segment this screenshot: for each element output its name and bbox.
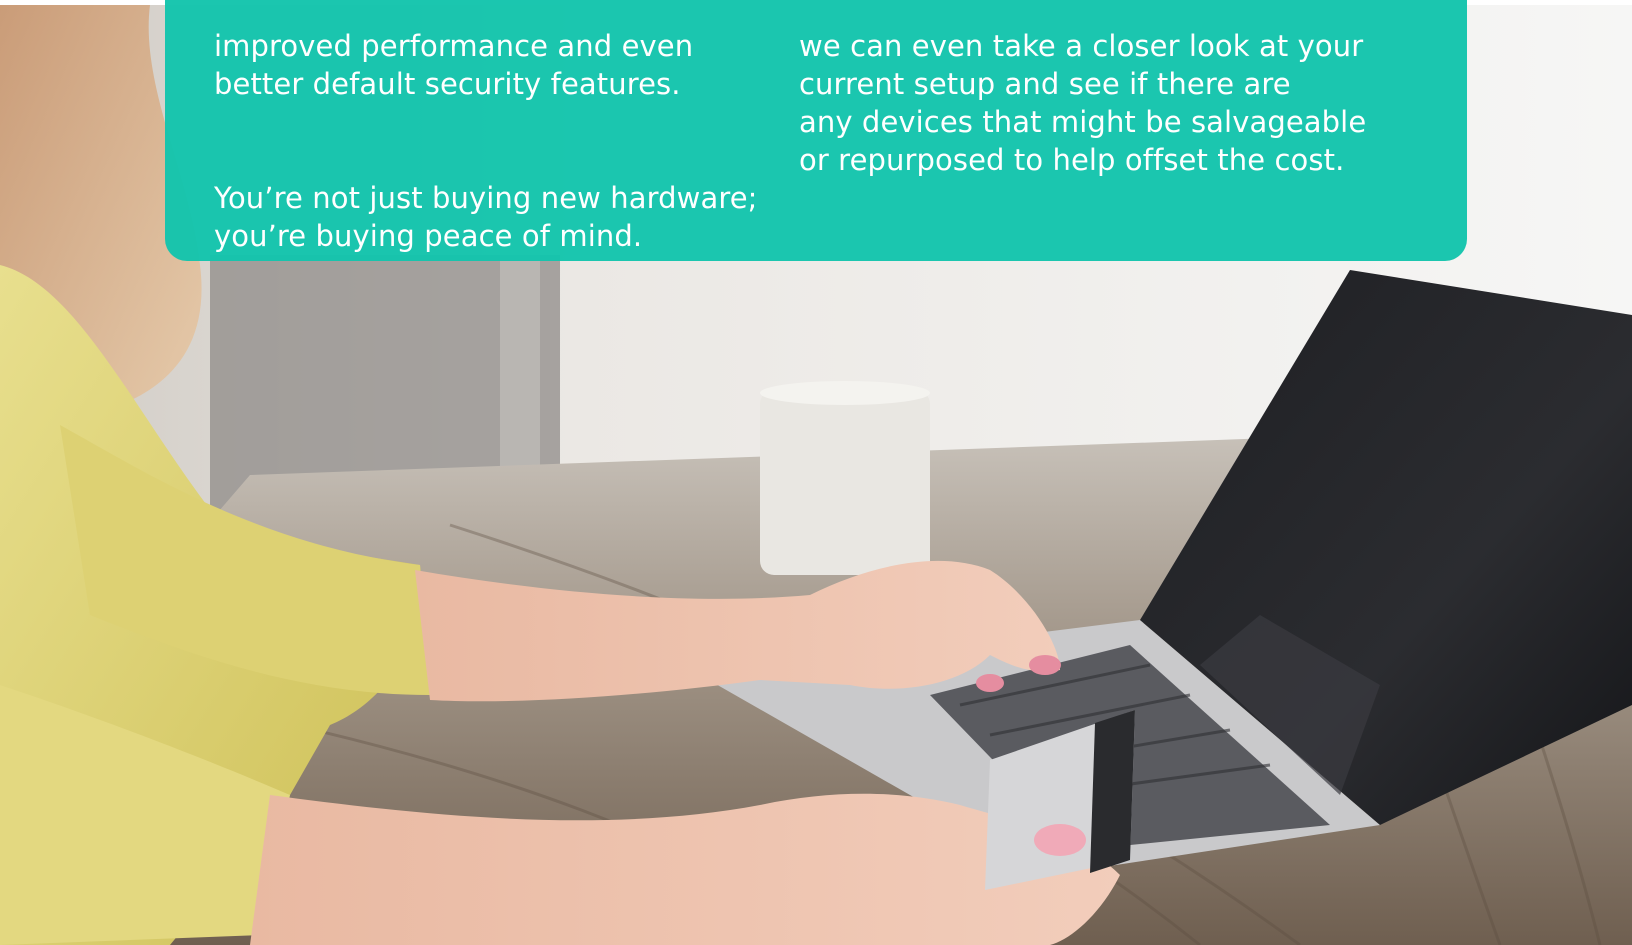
info-paragraph: You’re not just buying new hardware; you… [214, 181, 758, 253]
info-card: improved performance and even better def… [165, 0, 1467, 261]
info-paragraph: we can even take a closer look at your c… [799, 29, 1367, 177]
info-column-left: improved performance and even better def… [214, 0, 774, 293]
info-paragraph: improved performance and even better def… [214, 29, 694, 101]
info-column-right: we can even take a closer look at your c… [799, 0, 1419, 217]
